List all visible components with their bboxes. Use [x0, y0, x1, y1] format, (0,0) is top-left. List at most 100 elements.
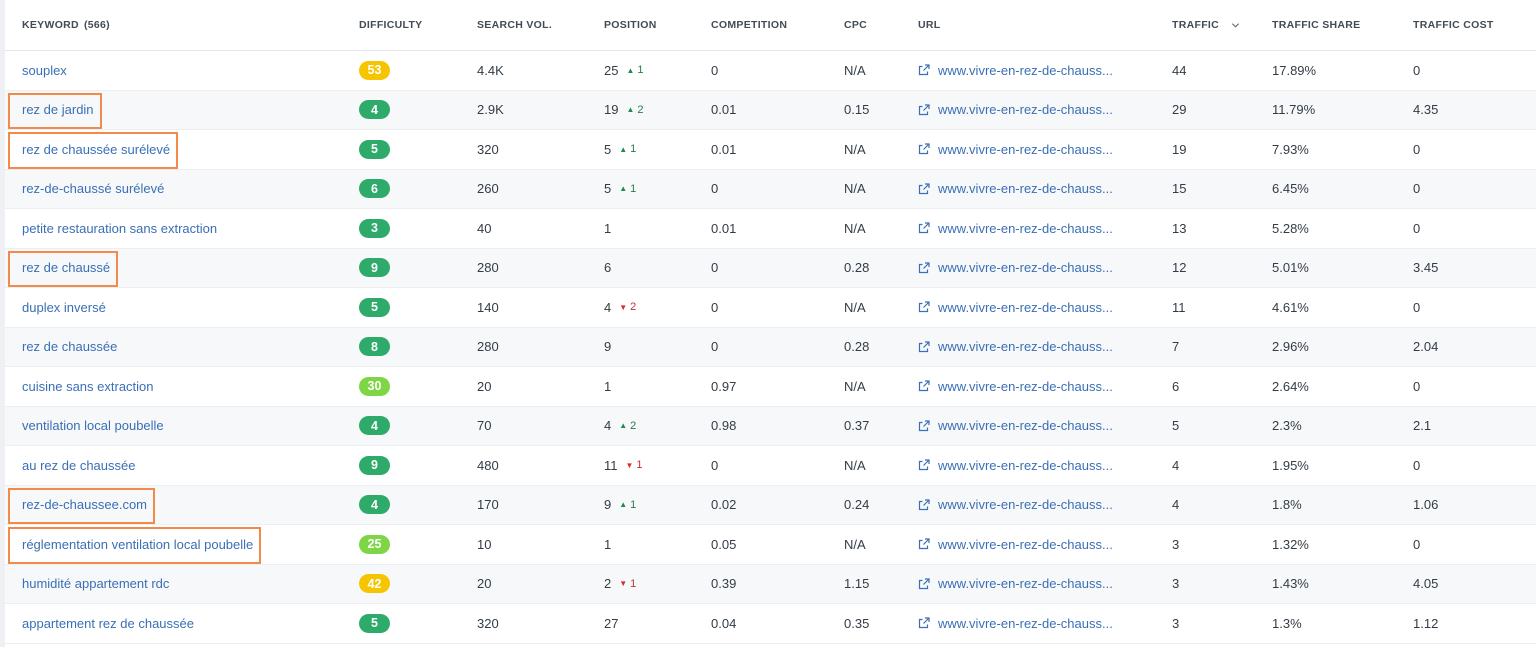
difficulty-badge: 6 — [359, 179, 390, 199]
url-link[interactable]: www.vivre-en-rez-de-chauss... — [938, 181, 1113, 196]
url-link[interactable]: www.vivre-en-rez-de-chauss... — [938, 616, 1113, 631]
traffic-share: 11.79% — [1272, 102, 1316, 118]
external-link-icon[interactable] — [918, 578, 930, 590]
external-link-icon[interactable] — [918, 341, 930, 353]
header-traffic-cost[interactable]: TRAFFIC COST — [1413, 0, 1494, 50]
external-link-icon[interactable] — [918, 64, 930, 76]
search-volume: 140 — [477, 299, 499, 315]
url-link[interactable]: www.vivre-en-rez-de-chauss... — [938, 339, 1113, 354]
keyword-link[interactable]: humidité appartement rdc — [22, 576, 169, 591]
keyword-link[interactable]: rez de chaussée surélevé — [22, 142, 170, 157]
keyword-link[interactable]: rez de chaussée — [22, 339, 117, 354]
url-link[interactable]: www.vivre-en-rez-de-chauss... — [938, 102, 1113, 117]
keyword-link[interactable]: rez-de-chaussé surélevé — [22, 181, 164, 196]
position-change-value: 1 — [630, 182, 637, 195]
position-cell: 25 ▲ 1 — [604, 51, 644, 90]
url-link[interactable]: www.vivre-en-rez-de-chauss... — [938, 458, 1113, 473]
position-change-value: 1 — [630, 143, 637, 156]
cpc: 0.28 — [844, 260, 870, 276]
keyword-link[interactable]: rez-de-chaussee.com — [22, 497, 147, 512]
traffic-share: 17.89% — [1272, 62, 1317, 78]
external-link-icon[interactable] — [918, 183, 930, 195]
table-row: rez de chaussée 8 280 9 0 0.28 www.vivre-en-re… — [5, 327, 1536, 367]
keyword-link[interactable]: duplex inversé — [22, 300, 106, 315]
traffic: 19 — [1172, 141, 1187, 157]
header-traffic[interactable]: TRAFFIC — [1172, 0, 1240, 50]
keyword-link[interactable]: souplex — [22, 63, 67, 78]
external-link-icon[interactable] — [918, 222, 930, 234]
external-link-icon[interactable] — [918, 104, 930, 116]
header-difficulty[interactable]: DIFFICULTY — [359, 0, 422, 50]
traffic-cost: 0 — [1413, 141, 1421, 157]
traffic-cost: 0 — [1413, 536, 1421, 552]
keyword-link[interactable]: petite restauration sans extraction — [22, 221, 217, 236]
external-link-icon[interactable] — [918, 499, 930, 511]
position-change-up: ▲ 2 — [626, 104, 643, 116]
cpc: 1.15 — [844, 576, 870, 592]
header-search-volume[interactable]: SEARCH VOL. — [477, 0, 552, 50]
header-url[interactable]: URL — [918, 0, 940, 50]
traffic-cost: 0 — [1413, 378, 1421, 394]
external-link-icon[interactable] — [918, 301, 930, 313]
keyword-link[interactable]: ventilation local poubelle — [22, 418, 164, 433]
url-link[interactable]: www.vivre-en-rez-de-chauss... — [938, 142, 1113, 157]
header-traffic-share[interactable]: TRAFFIC SHARE — [1272, 0, 1360, 50]
keyword-link[interactable]: rez de jardin — [22, 102, 94, 117]
url-link[interactable]: www.vivre-en-rez-de-chauss... — [938, 497, 1113, 512]
header-cpc[interactable]: CPC — [844, 0, 867, 50]
keyword-link[interactable]: au rez de chaussée — [22, 458, 135, 473]
search-volume: 2.9K — [477, 102, 504, 118]
position-change-down: ▼ 2 — [619, 301, 636, 313]
difficulty-badge: 3 — [359, 218, 390, 238]
traffic: 4 — [1172, 457, 1180, 473]
position-cell: 6 — [604, 249, 611, 288]
external-link-icon[interactable] — [918, 538, 930, 550]
position-value: 5 — [604, 141, 612, 157]
external-link-icon[interactable] — [918, 617, 930, 629]
keyword-link[interactable]: réglementation ventilation local poubell… — [22, 537, 253, 552]
search-volume: 10 — [477, 536, 492, 552]
keyword-link[interactable]: cuisine sans extraction — [22, 379, 154, 394]
table-row: appartement rez de chaussée 5 320 27 0.04 0.3… — [5, 604, 1536, 644]
traffic: 5 — [1172, 418, 1180, 434]
url-link[interactable]: www.vivre-en-rez-de-chauss... — [938, 221, 1113, 236]
header-competition[interactable]: COMPETITION — [711, 0, 787, 50]
traffic: 7 — [1172, 339, 1180, 355]
difficulty-badge: 9 — [359, 258, 390, 278]
url-link[interactable]: www.vivre-en-rez-de-chauss... — [938, 260, 1113, 275]
url-link[interactable]: www.vivre-en-rez-de-chauss... — [938, 576, 1113, 591]
url-link[interactable]: www.vivre-en-rez-de-chauss... — [938, 300, 1113, 315]
table-row: cuisine sans extraction 30 20 1 0.97 N/A www.v… — [5, 367, 1536, 407]
external-link-icon[interactable] — [918, 262, 930, 274]
competition: 0 — [711, 299, 719, 315]
traffic-share: 2.64% — [1272, 378, 1309, 394]
header-traffic-label: TRAFFIC — [1172, 19, 1220, 31]
keyword-link[interactable]: rez de chaussé — [22, 260, 110, 275]
header-keyword[interactable]: KEYWORD (566) — [22, 0, 110, 50]
traffic-share: 2.96% — [1272, 339, 1309, 355]
external-link-icon[interactable] — [918, 420, 930, 432]
keyword-link[interactable]: appartement rez de chaussée — [22, 616, 194, 631]
table-row: au rez de chaussée 9 480 11 ▼ 1 0 N/A www.vivre-… — [5, 446, 1536, 486]
position-value: 2 — [604, 576, 612, 592]
url-link[interactable]: www.vivre-en-rez-de-chauss... — [938, 418, 1113, 433]
traffic-cost: 4.35 — [1413, 102, 1439, 118]
url-link[interactable]: www.vivre-en-rez-de-chauss... — [938, 537, 1113, 552]
external-link-icon[interactable] — [918, 459, 930, 471]
traffic: 4 — [1172, 497, 1180, 513]
competition: 0.04 — [711, 615, 737, 631]
position-cell: 4 ▼ 2 — [604, 288, 636, 327]
external-link-icon[interactable] — [918, 143, 930, 155]
external-link-icon[interactable] — [918, 380, 930, 392]
arrow-up-icon: ▲ — [619, 421, 628, 431]
traffic: 13 — [1172, 220, 1187, 236]
traffic-share: 5.01% — [1272, 260, 1309, 276]
cpc: N/A — [844, 299, 866, 315]
difficulty-badge: 30 — [359, 376, 390, 396]
url-link[interactable]: www.vivre-en-rez-de-chauss... — [938, 63, 1113, 78]
header-position[interactable]: POSITION — [604, 0, 657, 50]
url-link[interactable]: www.vivre-en-rez-de-chauss... — [938, 379, 1113, 394]
url-cell: www.vivre-en-rez-de-chauss... — [918, 446, 1113, 485]
sort-desc-icon[interactable] — [1231, 21, 1240, 30]
difficulty-badge: 42 — [359, 574, 390, 594]
